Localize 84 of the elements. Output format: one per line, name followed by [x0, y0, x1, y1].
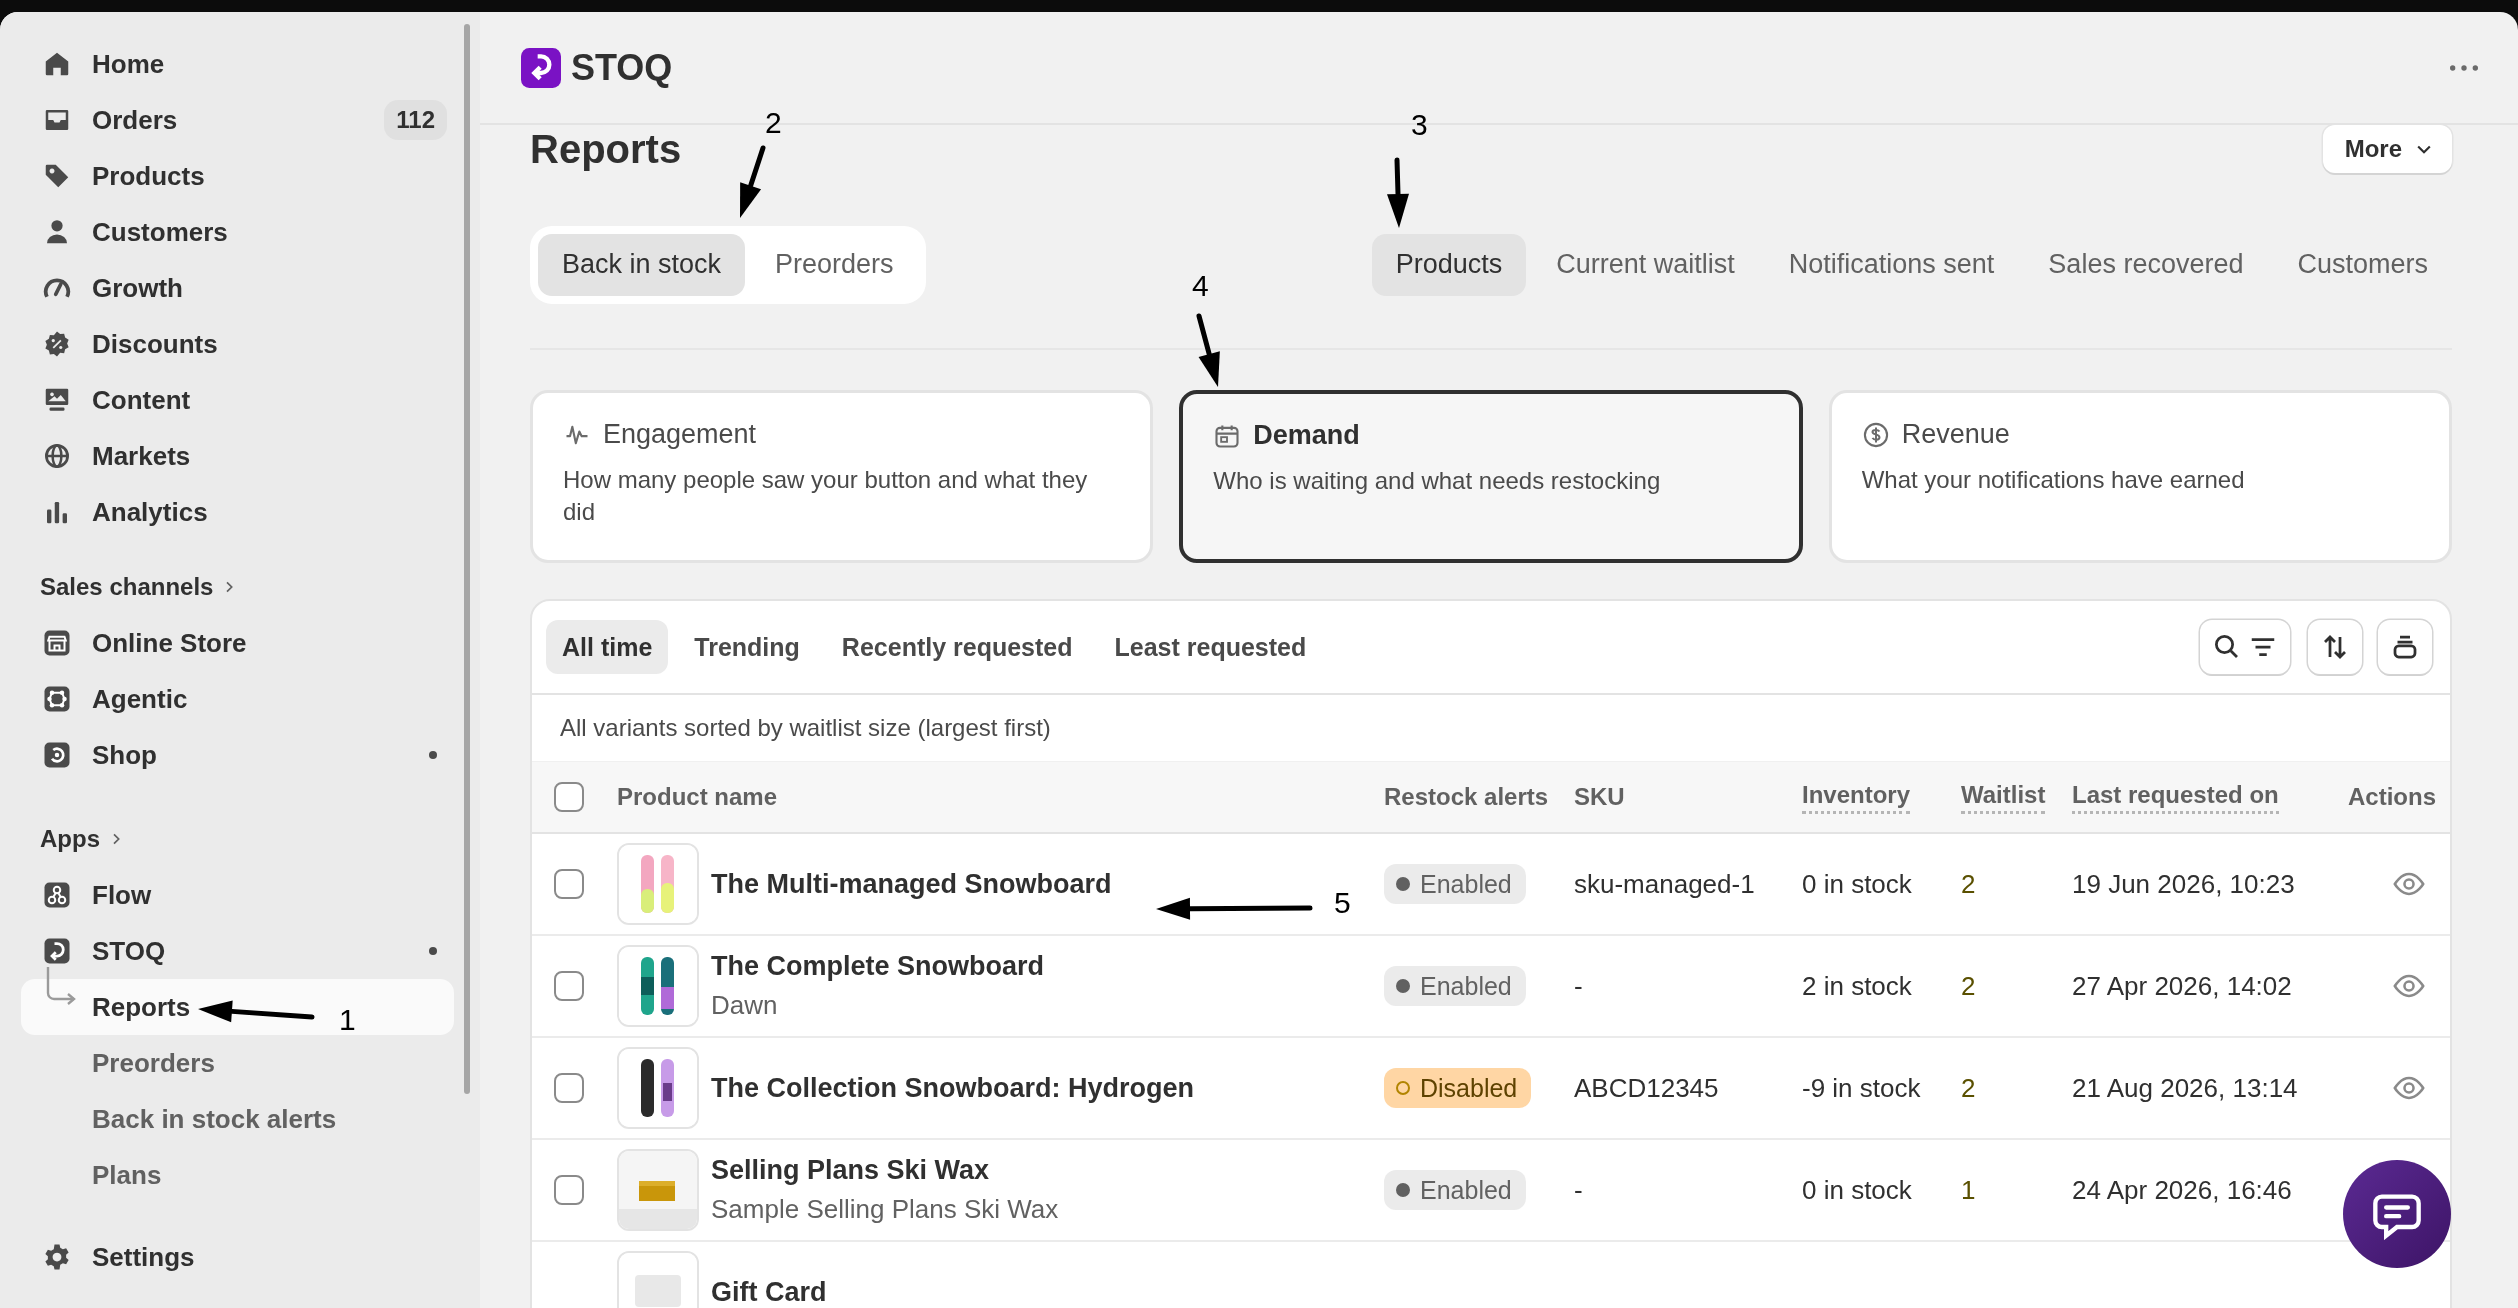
waitlist-count: 2 — [1961, 1072, 1977, 1104]
sku-cell-text: - — [1574, 970, 1584, 1002]
column-header[interactable]: Restock alerts — [1384, 783, 1549, 811]
inventory-cell-text: 0 in stock — [1802, 1174, 1913, 1206]
sidebar-item[interactable]: Flow — [21, 867, 454, 923]
sidebar-item[interactable]: Orders 112 — [21, 92, 454, 148]
date-cell-text: 24 Apr 2026, 16:46 — [2072, 1174, 2293, 1206]
filter-tab[interactable]: Trending — [678, 620, 816, 674]
sidebar-item[interactable]: Analytics — [21, 484, 454, 540]
count-badge: 112 — [384, 100, 447, 140]
tab[interactable]: Notifications sent — [1764, 233, 2019, 296]
more-button[interactable]: More — [2322, 125, 2452, 173]
product-name[interactable]: Selling Plans Ski Wax — [711, 1155, 1059, 1186]
tab[interactable]: Back in stock — [538, 233, 746, 296]
card-description: Who is waiting and what needs restocking — [1213, 466, 1662, 496]
date-cell-text: 27 Apr 2026, 14:02 — [2072, 970, 2293, 1002]
status-badge: Enabled — [1384, 864, 1526, 904]
report-card[interactable]: Revenue What your notifications have earned — [1828, 390, 2452, 563]
annotation-number: 5 — [1334, 888, 1351, 918]
annotation-number: 1 — [339, 1005, 356, 1035]
sidebar-item[interactable]: Products — [21, 148, 454, 204]
annotation-number: 4 — [1192, 271, 1209, 301]
sidebar-item[interactable]: Growth — [21, 260, 454, 316]
card-title: Engagement — [603, 419, 757, 450]
report-card[interactable]: Engagement How many people saw your button and what they did — [530, 390, 1154, 563]
sidebar-item[interactable]: Content — [21, 372, 454, 428]
waitlist-count: 1 — [1961, 1174, 1977, 1206]
sidebar-subitem[interactable]: Plans — [21, 1147, 454, 1203]
sidebar-item[interactable]: Agentic — [21, 671, 454, 727]
filter-tab[interactable]: Recently requested — [825, 620, 1089, 674]
inventory-cell-text: 0 in stock — [1802, 868, 1913, 900]
date-cell-text: 21 Aug 2026, 13:14 — [2072, 1072, 2299, 1104]
section-heading[interactable]: Sales channels — [21, 559, 238, 615]
tab[interactable]: Customers — [2273, 233, 2452, 296]
annotation-number: 3 — [1411, 110, 1428, 140]
card-description: How many people saw your button and what they did — [563, 465, 1089, 528]
app-name: STOQ — [571, 46, 674, 89]
status-badge: Disabled — [1384, 1068, 1532, 1108]
filter-tab[interactable]: All time — [546, 620, 669, 674]
section-heading[interactable]: Apps — [21, 811, 124, 867]
card-title: Demand — [1253, 420, 1360, 451]
page-title: Reports — [530, 127, 682, 172]
sidebar-item[interactable]: Discounts — [21, 316, 454, 372]
tab[interactable]: Sales recovered — [2024, 233, 2268, 296]
sidebar-subitem[interactable]: Back in stock alerts — [21, 1091, 454, 1147]
sku-cell-text: - — [1574, 1174, 1584, 1206]
inventory-cell-text: 2 in stock — [1802, 970, 1913, 1002]
product-name[interactable]: The Multi-managed Snowboard — [711, 868, 1112, 900]
annotation-number: 2 — [765, 108, 782, 138]
tab[interactable]: Preorders — [751, 233, 918, 296]
filter-tab[interactable]: Least requested — [1098, 620, 1323, 674]
tab[interactable]: Current waitlist — [1532, 233, 1759, 296]
waitlist-count: 2 — [1961, 868, 1977, 900]
sidebar-item[interactable]: Markets — [21, 428, 454, 484]
column-header[interactable]: Inventory — [1802, 780, 1911, 814]
inventory-cell-text: -9 in stock — [1802, 1072, 1922, 1104]
sidebar-item[interactable]: STOQ — [21, 923, 454, 979]
waitlist-count: 2 — [1961, 970, 1977, 1002]
product-name[interactable]: Gift Card — [711, 1276, 827, 1308]
sidebar-item[interactable]: Shop — [21, 727, 454, 783]
product-name[interactable]: The Collection Snowboard: Hydrogen — [711, 1072, 1194, 1104]
column-header[interactable]: Waitlist — [1961, 780, 2046, 814]
sidebar-item[interactable]: Home — [21, 36, 454, 92]
column-header[interactable]: SKU — [1574, 783, 1625, 811]
sidebar-item[interactable]: Customers — [21, 204, 454, 260]
variant-name: Sample Selling Plans Ski Wax — [711, 1194, 1059, 1225]
status-badge: Enabled — [1384, 1170, 1526, 1210]
sidebar-subitem[interactable]: Preorders — [21, 1035, 454, 1091]
table-caption: All variants sorted by waitlist size (largest first) — [559, 713, 1052, 743]
sku-cell-text: ABCD12345 — [1574, 1072, 1720, 1104]
column-header[interactable]: Product name — [617, 783, 778, 811]
tab[interactable]: Products — [1371, 233, 1527, 296]
status-badge: Enabled — [1384, 966, 1526, 1006]
card-title: Revenue — [1901, 419, 2010, 450]
product-name[interactable]: The Complete Snowboard — [711, 951, 1045, 982]
column-header[interactable]: Last requested on — [2072, 780, 2279, 814]
sidebar-item[interactable]: Online Store — [21, 615, 454, 671]
settings-item[interactable]: Settings — [21, 1229, 454, 1285]
column-header[interactable]: Actions — [2348, 783, 2436, 811]
date-cell-text: 19 Jun 2026, 10:23 — [2072, 868, 2296, 900]
variant-name: Dawn — [711, 990, 779, 1021]
card-description: What your notifications have earned — [1861, 465, 2246, 495]
report-card[interactable]: Demand Who is waiting and what needs restocking — [1179, 390, 1803, 563]
sku-cell-text: sku-managed-1 — [1574, 868, 1756, 900]
